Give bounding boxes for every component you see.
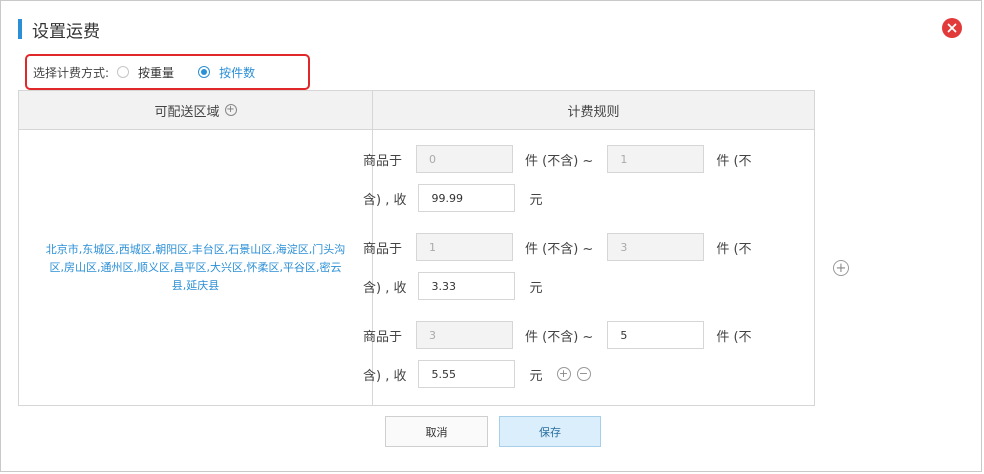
rule-price-input[interactable] bbox=[418, 272, 516, 300]
rule-price-input[interactable] bbox=[418, 184, 516, 212]
rule-to-input[interactable] bbox=[607, 145, 705, 173]
plus-circle-icon: + bbox=[226, 104, 235, 115]
dialog-title: 设置运费 bbox=[32, 21, 100, 42]
cancel-button[interactable]: 取消 bbox=[385, 416, 488, 447]
rule-prefix: 商品于 bbox=[363, 241, 403, 257]
radio-by-piece-label: 按件数 bbox=[219, 65, 256, 80]
rule-price-input[interactable] bbox=[418, 360, 516, 388]
rule-header-label: 计费规则 bbox=[567, 104, 620, 120]
rule-range-row: 商品于 件 (不含) ~ 件 (不 bbox=[363, 145, 752, 173]
rule-from-input[interactable] bbox=[416, 233, 514, 261]
rule-currency: 元 bbox=[529, 280, 543, 296]
rule-currency: 元 bbox=[529, 192, 543, 208]
radio-by-piece[interactable]: 按件数 bbox=[198, 64, 255, 81]
radio-by-weight-label: 按重量 bbox=[138, 65, 175, 80]
rule-price-row: 含) , 收 元 bbox=[363, 272, 543, 300]
radio-button-unchecked[interactable] bbox=[117, 66, 130, 78]
rule-range-row: 商品于 件 (不含) ~ 件 (不 bbox=[363, 233, 752, 261]
rule-piece-excl: 件 (不含) ~ bbox=[525, 153, 594, 169]
rule-charge: 含) , 收 bbox=[363, 280, 407, 296]
rule-prefix: 商品于 bbox=[363, 329, 403, 345]
rule-piece-tail: 件 (不 bbox=[716, 241, 752, 257]
billing-method-label: 选择计费方式: bbox=[33, 65, 110, 80]
add-region-group-button[interactable]: + bbox=[833, 260, 849, 276]
rule-price-row: 含) , 收 元 + − bbox=[363, 360, 591, 388]
column-header-rule: 计费规则 bbox=[373, 91, 814, 130]
rule-prefix: 商品于 bbox=[363, 153, 403, 169]
region-cell: 北京市,东城区,西城区,朝阳区,丰台区,石景山区,海淀区,门头沟区,房山区,通州… bbox=[19, 130, 373, 405]
rule-price-row: 含) , 收 元 bbox=[363, 184, 543, 212]
region-list-link[interactable]: 北京市,东城区,西城区,朝阳区,丰台区,石景山区,海淀区,门头沟区,房山区,通州… bbox=[46, 241, 346, 295]
rule-range-row: 商品于 件 (不含) ~ 件 (不 bbox=[363, 321, 752, 349]
plus-circle-icon: + bbox=[835, 260, 847, 276]
add-rule-button[interactable]: + bbox=[556, 367, 571, 381]
radio-by-weight[interactable]: 按重量 bbox=[117, 64, 174, 81]
rule-piece-tail: 件 (不 bbox=[716, 329, 752, 345]
rule-charge: 含) , 收 bbox=[363, 368, 407, 384]
remove-rule-button[interactable]: − bbox=[576, 367, 591, 381]
dialog-header: 设置运费 bbox=[18, 18, 100, 42]
minus-circle-icon: − bbox=[578, 367, 589, 380]
rule-piece-excl: 件 (不含) ~ bbox=[525, 241, 594, 257]
title-accent-bar bbox=[18, 19, 22, 39]
rule-to-input[interactable] bbox=[607, 233, 705, 261]
close-icon bbox=[947, 23, 957, 33]
rule-piece-tail: 件 (不 bbox=[716, 153, 752, 169]
save-button[interactable]: 保存 bbox=[499, 416, 601, 447]
rule-from-input[interactable] bbox=[416, 145, 514, 173]
region-header-label: 可配送区域 bbox=[154, 104, 220, 120]
rule-from-input[interactable] bbox=[416, 321, 514, 349]
plus-circle-icon: + bbox=[558, 367, 569, 380]
column-header-region: 可配送区域 + bbox=[19, 91, 373, 130]
add-region-button[interactable]: + bbox=[224, 104, 237, 116]
rule-charge: 含) , 收 bbox=[363, 192, 407, 208]
rule-to-input[interactable] bbox=[607, 321, 705, 349]
rule-currency: 元 bbox=[529, 368, 543, 384]
radio-button-checked[interactable] bbox=[198, 66, 211, 78]
shipping-fee-dialog: 设置运费 选择计费方式: 按重量 按件数 可配送区域 + 计费规则 北京市,东城… bbox=[0, 0, 982, 472]
rule-piece-excl: 件 (不含) ~ bbox=[525, 329, 594, 345]
billing-method-selector: 选择计费方式: 按重量 按件数 bbox=[25, 54, 310, 90]
close-button[interactable] bbox=[942, 18, 962, 38]
